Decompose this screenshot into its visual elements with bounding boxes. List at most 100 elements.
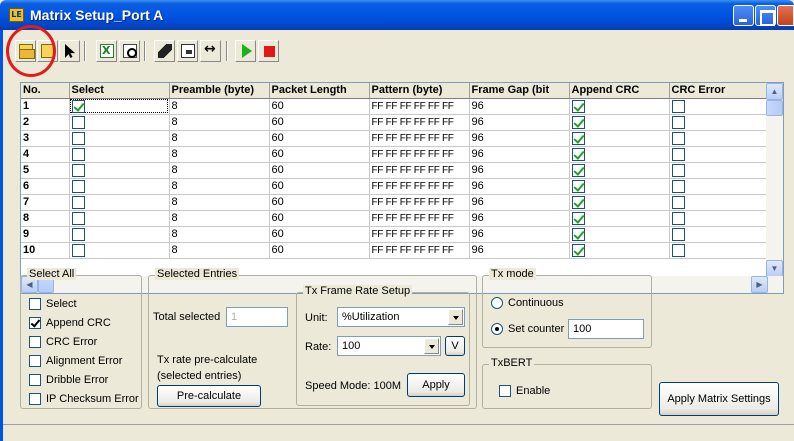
pattern-cell[interactable]: FF FF FF FF FF FF xyxy=(369,130,470,147)
column-header[interactable]: Select xyxy=(69,83,170,99)
frame-gap-cell[interactable]: 96 xyxy=(469,194,570,211)
frame-gap-cell[interactable]: 96 xyxy=(469,242,570,259)
column-header[interactable]: CRC Error xyxy=(669,83,770,99)
pattern-cell[interactable]: FF FF FF FF FF FF xyxy=(369,226,470,243)
packet-length-cell[interactable]: 60 xyxy=(269,178,370,195)
maximize-button[interactable] xyxy=(755,5,776,26)
select-all-item[interactable]: CRC Error xyxy=(29,336,97,348)
frame-gap-cell[interactable]: 96 xyxy=(469,114,570,131)
select-cell[interactable] xyxy=(69,146,170,163)
select-checkbox[interactable] xyxy=(71,163,85,177)
continuous-radio-row[interactable]: Continuous xyxy=(491,297,564,309)
card-button[interactable] xyxy=(177,40,198,62)
select-cell[interactable] xyxy=(69,194,170,211)
preamble-cell[interactable]: 8 xyxy=(169,130,270,147)
crc-error-checkbox[interactable] xyxy=(671,147,685,161)
preamble-cell[interactable]: 8 xyxy=(169,210,270,227)
pattern-cell[interactable]: FF FF FF FF FF FF xyxy=(369,178,470,195)
append-crc-cell[interactable] xyxy=(569,146,670,163)
rate-v-button[interactable]: V xyxy=(445,336,465,356)
select-cell[interactable] xyxy=(69,210,170,227)
preamble-cell[interactable]: 8 xyxy=(169,98,270,115)
minimize-button[interactable] xyxy=(733,5,754,26)
append-crc-checkbox[interactable] xyxy=(571,195,585,209)
column-header[interactable]: No. xyxy=(21,83,70,99)
table-row[interactable]: 10 8 60 FF FF FF FF FF FF 96 xyxy=(21,242,770,259)
select-cell[interactable] xyxy=(69,130,170,147)
append-crc-checkbox[interactable] xyxy=(571,163,585,177)
append-crc-checkbox[interactable] xyxy=(571,99,585,113)
append-crc-cell[interactable] xyxy=(569,130,670,147)
column-header[interactable]: Append CRC xyxy=(569,83,670,99)
txbert-enable-checkbox[interactable] xyxy=(499,385,511,397)
crc-error-cell[interactable] xyxy=(669,130,770,147)
crc-error-cell[interactable] xyxy=(669,242,770,259)
append-crc-checkbox[interactable] xyxy=(571,115,585,129)
pattern-cell[interactable]: FF FF FF FF FF FF xyxy=(369,98,470,115)
select-checkbox[interactable] xyxy=(71,147,85,161)
frame-gap-cell[interactable]: 96 xyxy=(469,98,570,115)
scroll-right-button[interactable]: ▶ xyxy=(751,276,768,293)
table-row[interactable]: 3 8 60 FF FF FF FF FF FF 96 xyxy=(21,130,770,147)
select-all-item[interactable]: IP Checksum Error xyxy=(29,393,139,405)
append-crc-checkbox[interactable] xyxy=(571,243,585,257)
chevron-down-icon[interactable] xyxy=(424,338,439,354)
select-all-checkbox[interactable] xyxy=(29,374,41,386)
packet-length-cell[interactable]: 60 xyxy=(269,210,370,227)
select-cell[interactable] xyxy=(69,98,170,115)
apply-rate-button[interactable]: Apply xyxy=(407,373,465,397)
select-cell[interactable] xyxy=(69,178,170,195)
pattern-cell[interactable]: FF FF FF FF FF FF xyxy=(369,146,470,163)
preamble-cell[interactable]: 8 xyxy=(169,226,270,243)
title-bar[interactable]: LE Matrix Setup_Port A xyxy=(0,0,794,30)
crc-error-cell[interactable] xyxy=(669,194,770,211)
column-header[interactable]: Preamble (byte) xyxy=(169,83,270,99)
frame-gap-cell[interactable]: 96 xyxy=(469,146,570,163)
column-header[interactable]: Packet Length xyxy=(269,83,370,99)
crc-error-checkbox[interactable] xyxy=(671,243,685,257)
counter-field[interactable]: 100 xyxy=(568,319,644,339)
select-cell[interactable] xyxy=(69,242,170,259)
select-cell[interactable] xyxy=(69,226,170,243)
crc-error-cell[interactable] xyxy=(669,98,770,115)
set-counter-radio-row[interactable]: Set counter xyxy=(491,323,564,335)
append-crc-cell[interactable] xyxy=(569,114,670,131)
append-crc-checkbox[interactable] xyxy=(571,211,585,225)
select-cell[interactable] xyxy=(69,114,170,131)
select-all-checkbox[interactable] xyxy=(29,298,41,310)
preamble-cell[interactable]: 8 xyxy=(169,178,270,195)
stop-button[interactable] xyxy=(258,40,279,62)
packet-length-cell[interactable]: 60 xyxy=(269,130,370,147)
continuous-radio[interactable] xyxy=(491,297,503,309)
select-checkbox[interactable] xyxy=(71,131,85,145)
crc-error-cell[interactable] xyxy=(669,146,770,163)
column-header[interactable]: Frame Gap (bit xyxy=(469,83,570,99)
select-all-checkbox[interactable] xyxy=(29,355,41,367)
chevron-down-icon[interactable] xyxy=(448,309,463,325)
table-row[interactable]: 7 8 60 FF FF FF FF FF FF 96 xyxy=(21,194,770,211)
precalculate-button[interactable]: Pre-calculate xyxy=(157,385,261,407)
pattern-cell[interactable]: FF FF FF FF FF FF xyxy=(369,194,470,211)
crc-error-checkbox[interactable] xyxy=(671,179,685,193)
column-header[interactable]: Pattern (byte) xyxy=(369,83,470,99)
find-button[interactable] xyxy=(119,40,140,62)
table-row[interactable]: 1 8 60 FF FF FF FF FF FF 96 xyxy=(21,98,770,115)
crc-error-checkbox[interactable] xyxy=(671,115,685,129)
crc-error-checkbox[interactable] xyxy=(671,195,685,209)
table-row[interactable]: 8 8 60 FF FF FF FF FF FF 96 xyxy=(21,210,770,227)
erase-button[interactable] xyxy=(154,40,175,62)
crc-error-cell[interactable] xyxy=(669,178,770,195)
table-row[interactable]: 2 8 60 FF FF FF FF FF FF 96 xyxy=(21,114,770,131)
select-all-checkbox[interactable] xyxy=(29,317,41,329)
preamble-cell[interactable]: 8 xyxy=(169,194,270,211)
cursor-button[interactable] xyxy=(59,40,80,62)
pattern-cell[interactable]: FF FF FF FF FF FF xyxy=(369,114,470,131)
close-button[interactable] xyxy=(777,5,794,26)
preamble-cell[interactable]: 8 xyxy=(169,162,270,179)
scroll-up-button[interactable]: ▲ xyxy=(766,83,783,100)
packet-length-cell[interactable]: 60 xyxy=(269,114,370,131)
frame-gap-cell[interactable]: 96 xyxy=(469,178,570,195)
append-crc-checkbox[interactable] xyxy=(571,131,585,145)
frame-gap-cell[interactable]: 96 xyxy=(469,130,570,147)
append-crc-checkbox[interactable] xyxy=(571,179,585,193)
